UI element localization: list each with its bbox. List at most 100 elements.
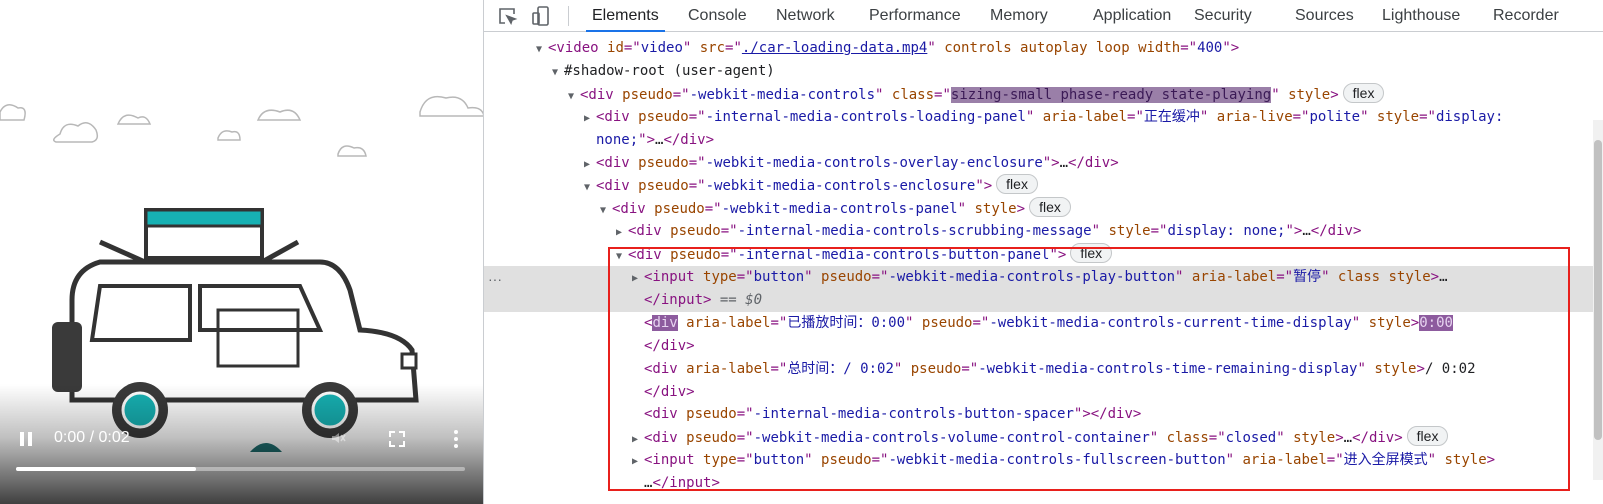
- code-token: ": [682, 40, 700, 56]
- more-vert-icon[interactable]: [451, 428, 461, 450]
- code-token: ": [1271, 86, 1289, 103]
- code-token: src: [699, 40, 726, 56]
- tab-security[interactable]: Security: [1194, 0, 1252, 31]
- dom-tree-line[interactable]: ▼ #shadow-root (user-agent): [484, 60, 1603, 83]
- code-token: ">: [975, 178, 993, 195]
- code-token: aria-label: [1042, 108, 1128, 125]
- code-token: ": [1360, 108, 1377, 125]
- elements-scrollbar[interactable]: [1593, 120, 1603, 480]
- cloud-shapes: [0, 95, 483, 157]
- code-token: id: [607, 40, 624, 56]
- code-token: =": [934, 86, 951, 103]
- node-actions-ellipsis[interactable]: ···: [488, 271, 508, 287]
- code-token: pseudo: [654, 201, 705, 218]
- expand-arrow-icon[interactable]: ▶: [584, 153, 596, 176]
- collapse-arrow-icon[interactable]: ▼: [552, 61, 564, 84]
- tab-elements[interactable]: Elements: [586, 0, 665, 32]
- inspect-element-icon[interactable]: [496, 5, 518, 27]
- dom-tree-line[interactable]: ▶ <div pseudo="-webkit-media-controls-ove…: [484, 152, 1603, 175]
- collapse-arrow-icon[interactable]: ▼: [568, 85, 580, 108]
- code-token: ">: [1285, 223, 1303, 240]
- collapse-arrow-icon[interactable]: ▼: [536, 38, 548, 61]
- tab-recorder[interactable]: Recorder: [1493, 0, 1559, 31]
- code-token: video: [640, 40, 683, 56]
- code-token: -internal-media-controls-scrubbing-messa…: [737, 223, 1092, 240]
- tab-network[interactable]: Network: [776, 0, 835, 31]
- code-token: display: none;: [1167, 223, 1286, 240]
- video-controls: 0:00 / 0:02: [0, 424, 483, 454]
- code-token: >: [1330, 86, 1339, 103]
- code-token: pseudo: [638, 108, 689, 125]
- code-token: pseudo: [622, 86, 673, 103]
- code-token: ": [927, 40, 945, 56]
- code-token: …: [1302, 223, 1311, 240]
- code-token: aria-live: [1216, 108, 1293, 125]
- dom-tree-line[interactable]: ▼ <div pseudo="-webkit-media-controls-enc…: [484, 174, 1603, 197]
- code-token: <div: [580, 86, 623, 103]
- code-token: -webkit-media-controls: [689, 86, 876, 103]
- code-token: </div>: [1310, 223, 1362, 240]
- code-token: <div: [596, 178, 639, 195]
- code-token: <div: [628, 223, 671, 240]
- flex-badge[interactable]: flex: [1342, 82, 1385, 103]
- flex-badge[interactable]: flex: [1029, 197, 1071, 218]
- code-token: #shadow-root (user-agent): [564, 62, 775, 79]
- tab-memory[interactable]: Memory: [990, 0, 1048, 31]
- code-token: <div: [596, 108, 639, 125]
- code-token: display:: [1435, 108, 1504, 125]
- video-player[interactable]: 0:00 / 0:02: [0, 0, 483, 504]
- code-token: ": [875, 86, 892, 103]
- code-token: ">: [638, 131, 656, 148]
- code-token: <div: [612, 201, 655, 218]
- dom-tree-line[interactable]: ▼ <video id="video" src="./car-loading-da…: [484, 37, 1603, 60]
- code-token: ./car-loading-data.mp4: [741, 40, 928, 56]
- flex-badge[interactable]: flex: [996, 174, 1038, 195]
- annotation-highlight-box: [608, 247, 1570, 491]
- code-token: =": [720, 223, 738, 240]
- tab-performance[interactable]: Performance: [869, 0, 961, 31]
- pause-icon[interactable]: [18, 431, 34, 447]
- dom-tree-line[interactable]: ▼ <div pseudo="-webkit-media-controls" cl…: [484, 82, 1603, 108]
- tab-application[interactable]: Application: [1093, 0, 1171, 31]
- code-token: =": [725, 40, 742, 56]
- collapse-arrow-icon[interactable]: ▼: [600, 199, 612, 222]
- code-token: >: [1016, 201, 1026, 218]
- code-token: none;: [596, 131, 639, 148]
- expand-arrow-icon[interactable]: ▶: [584, 107, 596, 130]
- dom-tree-line[interactable]: ▼ <div pseudo="-webkit-media-controls-pan…: [484, 197, 1603, 220]
- devtools-panel: Elements Console Network Performance Memory A…: [483, 0, 1603, 504]
- code-token: style: [1288, 86, 1331, 103]
- code-token: =": [1150, 223, 1168, 240]
- code-token: =": [1419, 108, 1436, 125]
- code-token: polite: [1309, 108, 1361, 125]
- expand-arrow-icon[interactable]: ▶: [616, 221, 628, 244]
- tab-console[interactable]: Console: [688, 0, 747, 31]
- device-toolbar-icon[interactable]: [530, 5, 552, 27]
- mute-icon[interactable]: [330, 430, 346, 451]
- code-token: ">: [1222, 40, 1240, 56]
- code-token: -webkit-media-controls-overlay-enclosure: [705, 154, 1043, 171]
- fullscreen-icon[interactable]: [388, 430, 406, 448]
- dom-tree-line[interactable]: ▶ <div pseudo="-internal-media-controls-l…: [484, 106, 1603, 129]
- code-token: =": [1292, 108, 1310, 125]
- toolbar-divider: [568, 6, 569, 26]
- code-token: =": [704, 201, 722, 218]
- devtools-tabbar: Elements Console Network Performance Memory A…: [484, 0, 1603, 32]
- code-token: style: [1108, 223, 1151, 240]
- tab-lighthouse[interactable]: Lighthouse: [1382, 0, 1460, 31]
- dom-tree-line[interactable]: none;">…</div>: [484, 129, 1603, 152]
- code-token: =": [1180, 40, 1198, 56]
- collapse-arrow-icon[interactable]: ▼: [584, 176, 596, 199]
- code-token: ": [957, 201, 975, 218]
- dom-tree-line[interactable]: ▶ <div pseudo="-internal-media-controls-s…: [484, 220, 1603, 243]
- code-token: =": [688, 108, 706, 125]
- code-token: =": [688, 178, 706, 195]
- progress-played: [16, 467, 196, 471]
- code-token: class: [891, 86, 935, 103]
- tab-sources[interactable]: Sources: [1295, 0, 1354, 31]
- progress-timeline[interactable]: [16, 467, 465, 471]
- code-token: =": [672, 86, 690, 103]
- code-token: ": [1025, 108, 1043, 125]
- code-token: ">: [1042, 154, 1060, 171]
- code-token: <video: [548, 40, 608, 56]
